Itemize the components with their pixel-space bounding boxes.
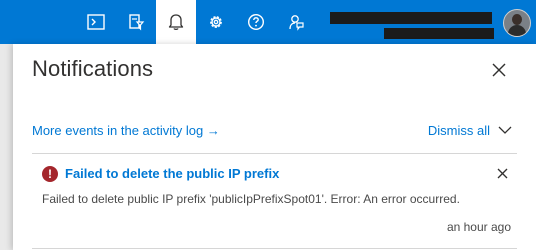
help-button[interactable] [236,0,276,44]
avatar[interactable] [503,9,531,37]
activity-log-link[interactable]: More events in the activity log → [32,123,220,138]
dismiss-notification-button[interactable] [494,165,510,181]
error-icon: ! [42,166,58,182]
close-icon [492,63,506,77]
notification-message: Failed to delete public IP prefix 'publi… [42,192,460,206]
close-panel-button[interactable] [487,58,511,82]
cloud-shell-button[interactable] [76,0,116,44]
notifications-button[interactable] [156,0,196,44]
panel-actions-row: More events in the activity log → Dismis… [32,123,512,143]
feedback-icon [289,15,304,31]
account-name-redacted [330,12,492,24]
help-icon [247,13,265,31]
directory-name-redacted [384,28,494,39]
feedback-button[interactable] [276,0,316,44]
top-navigation-bar [0,0,536,44]
portal-backdrop [0,44,13,250]
directory-filter-button[interactable] [116,0,156,44]
notification-timestamp: an hour ago [446,220,511,234]
directory-filter-icon [129,14,145,31]
notification-item[interactable]: ! Failed to delete the public IP prefix … [32,154,517,249]
cloud-shell-icon [87,14,105,30]
dismiss-all-label: Dismiss all [427,123,490,138]
chevron-down-icon [498,126,512,134]
panel-title: Notifications [32,56,154,81]
close-icon [497,168,507,178]
divider [32,248,517,249]
settings-button[interactable] [196,0,236,44]
settings-gear-icon [210,16,222,28]
notifications-bell-icon [168,14,184,30]
notification-title[interactable]: Failed to delete the public IP prefix [65,166,279,181]
notifications-panel: Notifications More events in the activit… [13,44,536,250]
dismiss-all-button[interactable]: Dismiss all [428,123,512,138]
